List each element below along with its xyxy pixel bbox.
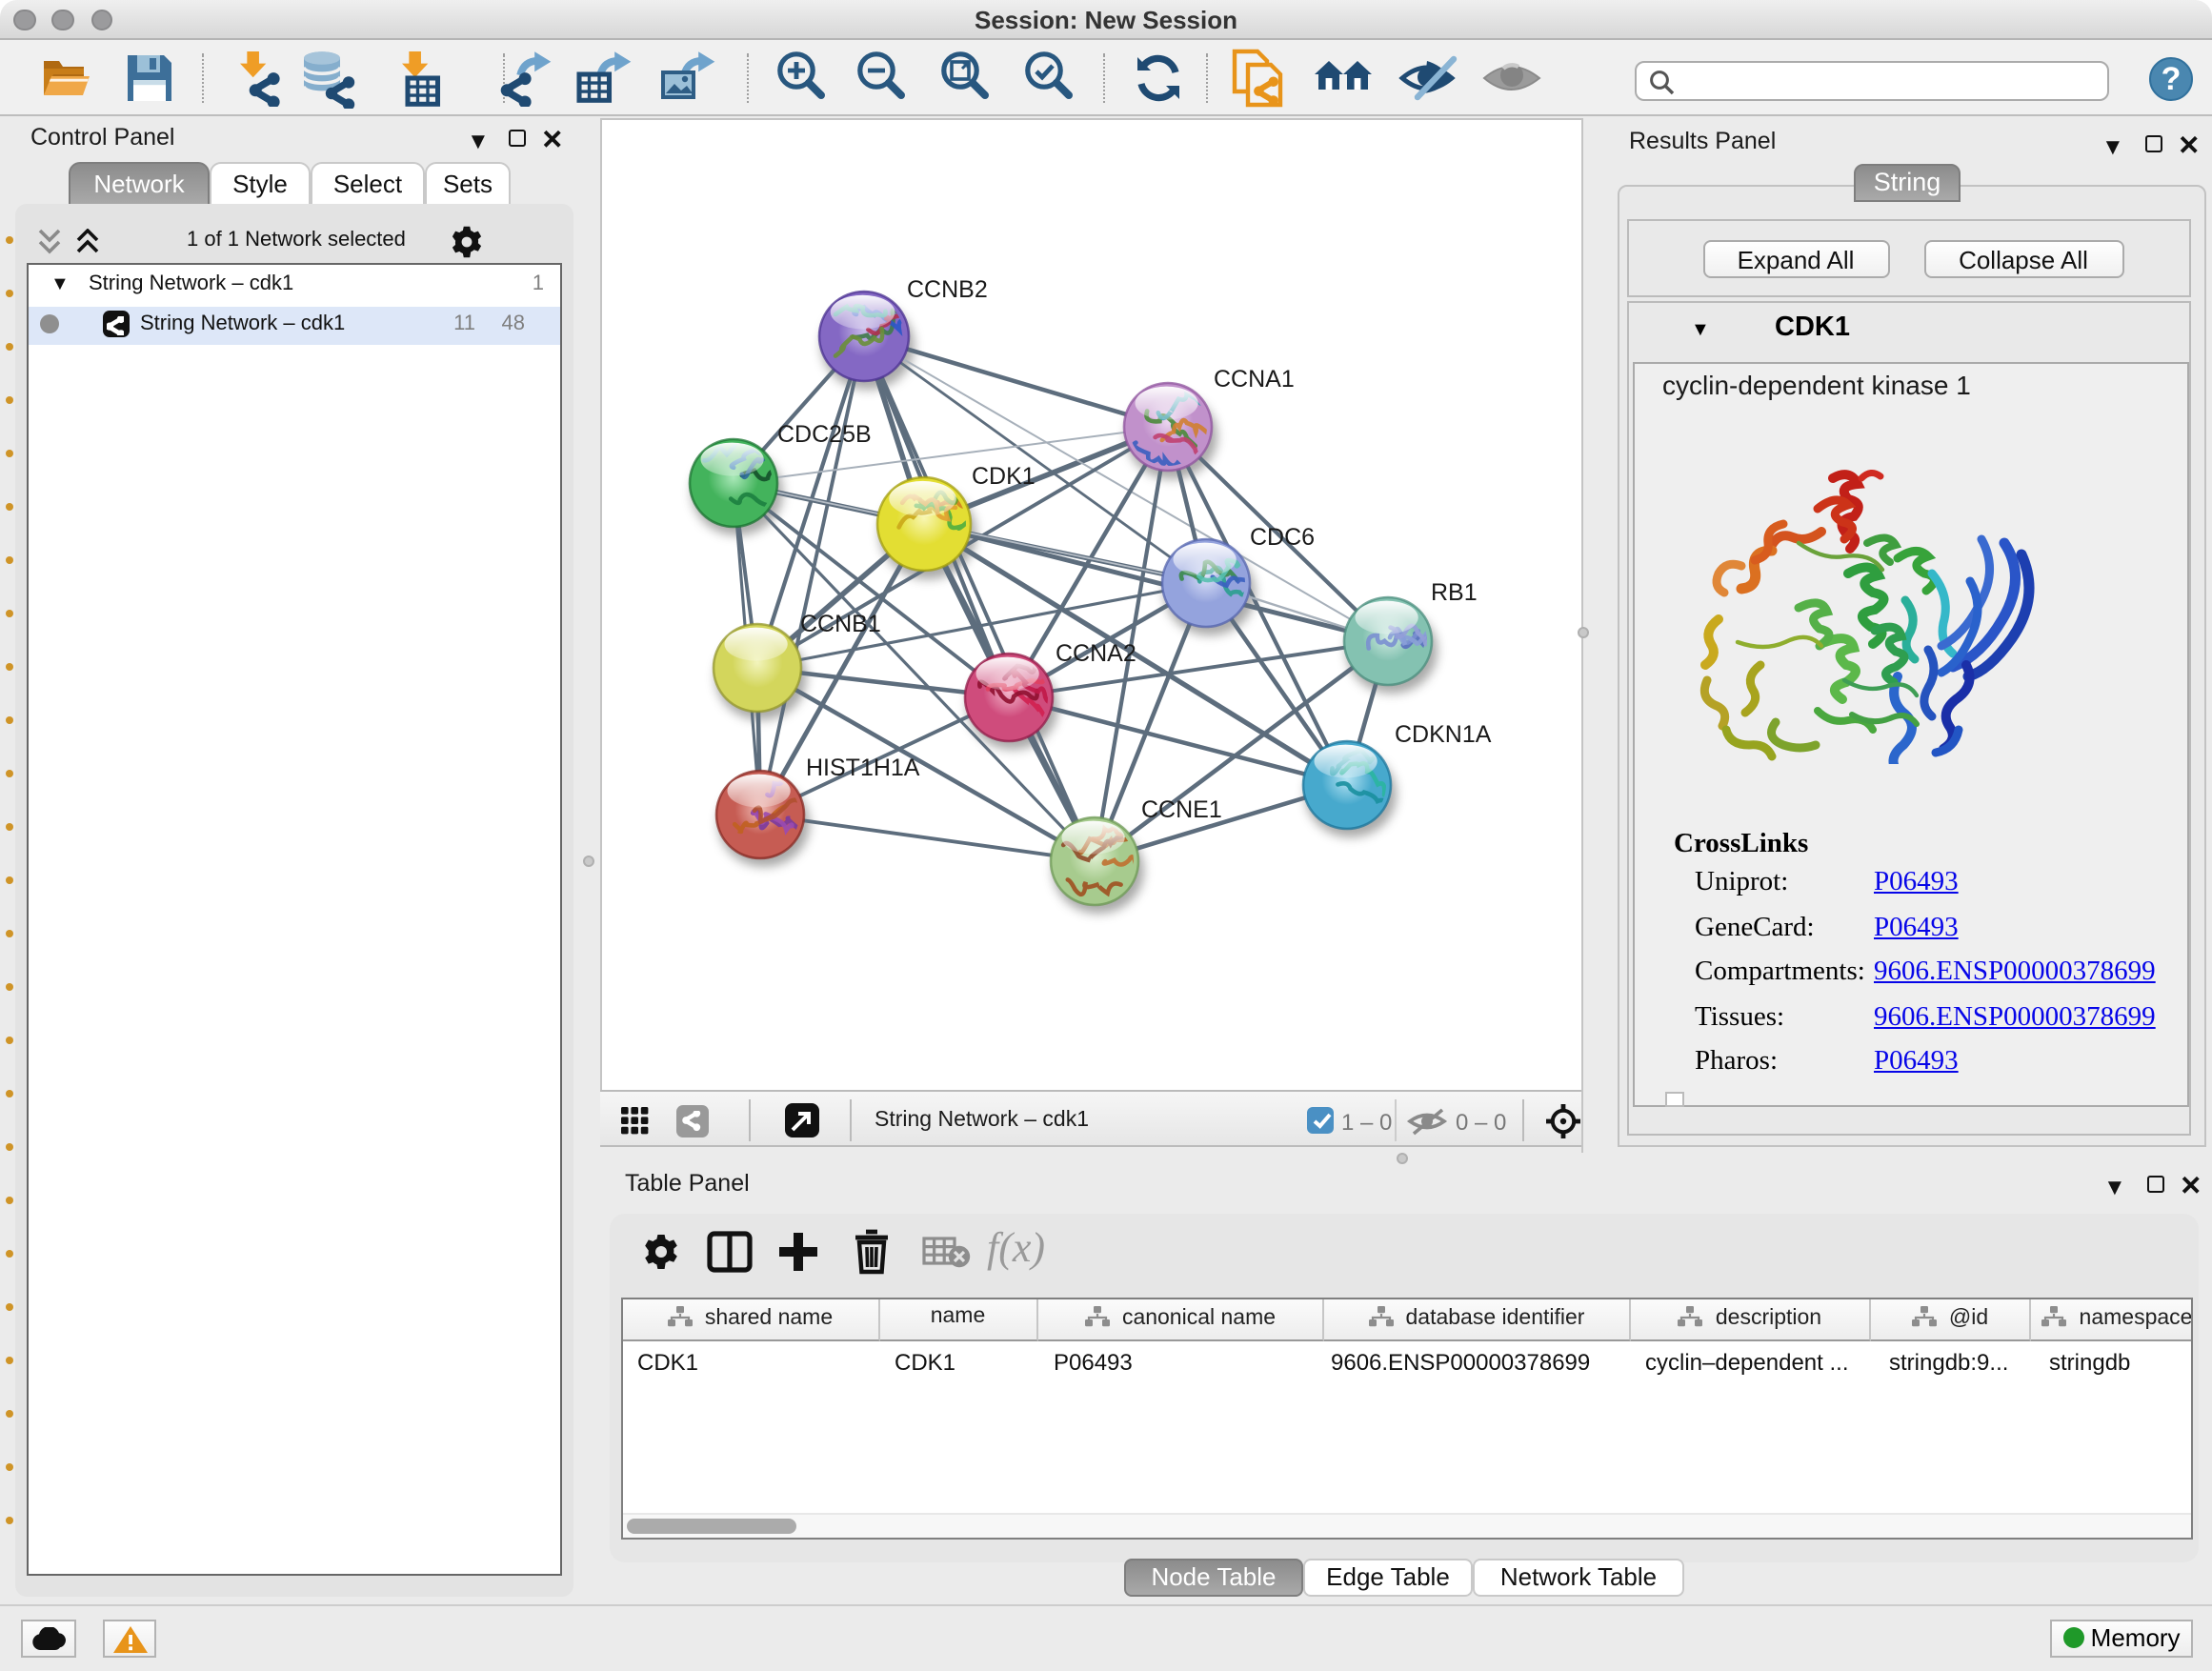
svg-text:CDK1: CDK1 [972, 463, 1036, 490]
svg-text:HIST1H1A: HIST1H1A [806, 755, 920, 781]
svg-text:CDKN1A: CDKN1A [1395, 721, 1492, 748]
svg-text:CDC25B: CDC25B [777, 421, 872, 448]
svg-text:CCNE1: CCNE1 [1141, 796, 1222, 823]
svg-text:CCNB1: CCNB1 [800, 611, 881, 637]
svg-text:RB1: RB1 [1431, 579, 1478, 606]
svg-text:CCNA1: CCNA1 [1214, 366, 1295, 393]
svg-text:CCNB2: CCNB2 [907, 276, 988, 303]
svg-text:CDC6: CDC6 [1250, 524, 1315, 551]
svg-text:CCNA2: CCNA2 [1056, 640, 1136, 667]
